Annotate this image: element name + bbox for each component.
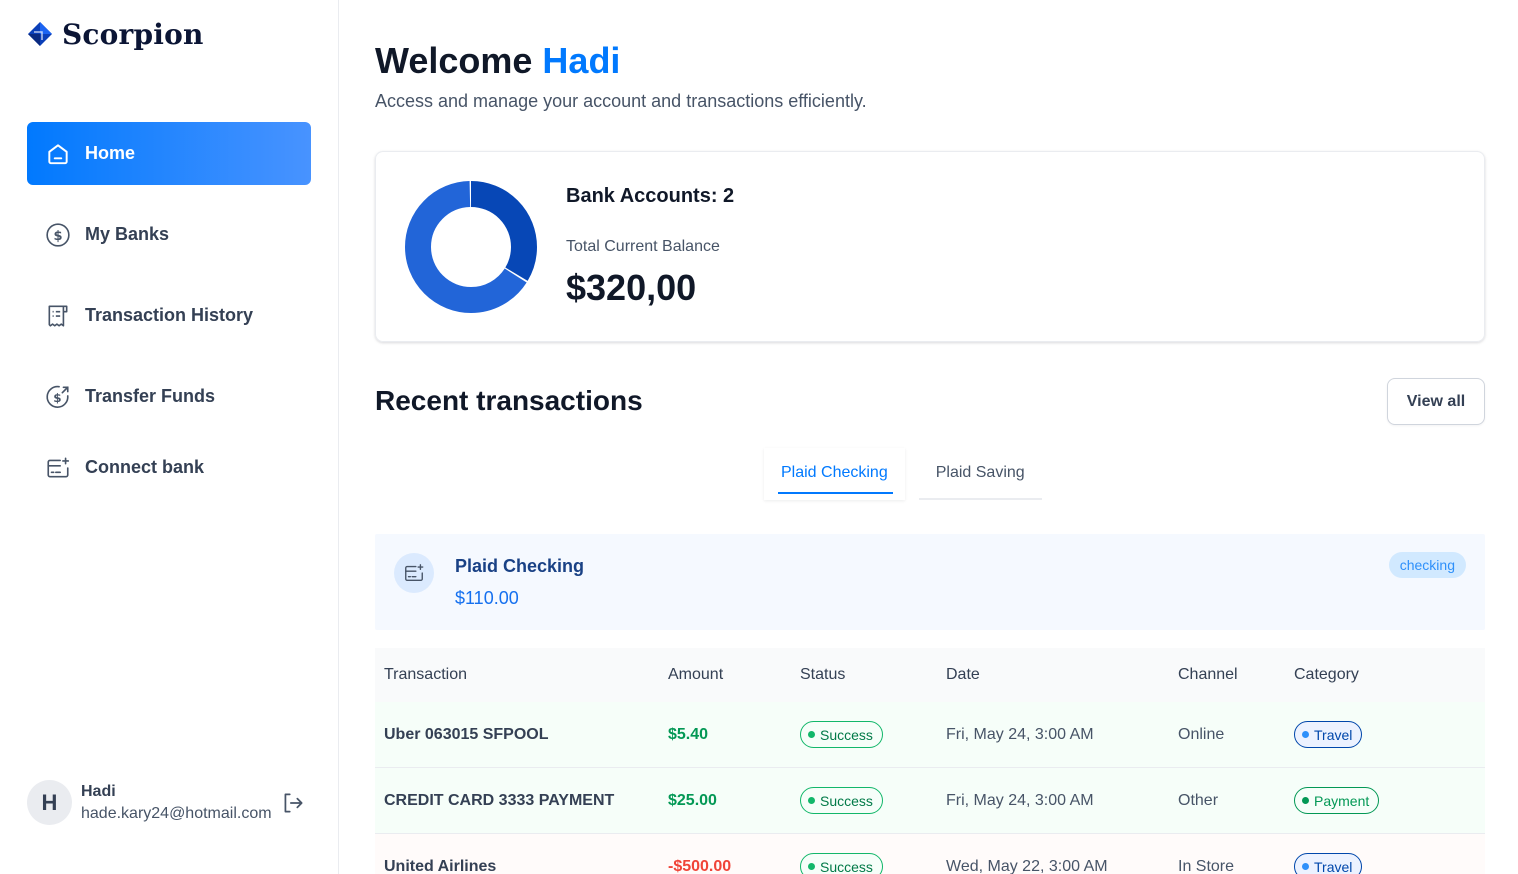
table-row[interactable]: CREDIT CARD 3333 PAYMENT $25.00 Success … [375, 768, 1485, 834]
bank-accounts-count: Bank Accounts: 2 [566, 185, 735, 207]
view-all-button[interactable]: View all [1387, 378, 1485, 425]
sidebar: Scorpion Home $ My Banks Transaction His… [0, 0, 339, 874]
transaction-amount: -$500.00 [668, 857, 732, 874]
card-add-icon [394, 553, 434, 593]
page-title: Welcome Hadi [375, 40, 620, 82]
status-badge: Success [800, 853, 883, 874]
sidebar-item-label: Connect bank [85, 457, 205, 477]
transaction-name: United Airlines [384, 857, 497, 874]
status-label: Success [820, 858, 873, 874]
sidebar-item-transfer-funds[interactable]: $ Transfer Funds [27, 365, 311, 428]
selected-account-info: Plaid Checking $110.00 checking [375, 534, 1485, 630]
table-row[interactable]: United Airlines -$500.00 Success Wed, Ma… [375, 834, 1485, 874]
tab-plaid-saving[interactable]: Plaid Saving [918, 448, 1042, 500]
transaction-channel: Online [1178, 725, 1225, 743]
main-content: Welcome Hadi Access and manage your acco… [339, 0, 1518, 874]
category-label: Travel [1314, 726, 1353, 743]
table-header: Transaction Amount Status Date Channel C… [375, 648, 1485, 702]
account-tabs: Plaid Checking Plaid Saving [764, 448, 1042, 500]
dollar-circle-icon: $ [45, 222, 71, 248]
category-badge: Travel [1294, 721, 1363, 748]
account-balance: $110.00 [455, 588, 519, 608]
svg-text:$: $ [53, 228, 62, 243]
receipt-icon [45, 303, 71, 329]
column-header: Category [1294, 666, 1359, 683]
welcome-user-name: Hadi [542, 40, 621, 81]
column-header: Status [800, 666, 846, 683]
sidebar-item-label: My Banks [85, 224, 170, 244]
category-dot [1302, 863, 1309, 870]
user-email: hade.kary24@hotmail.com [81, 804, 272, 822]
transaction-date: Wed, May 22, 3:00 AM [946, 857, 1108, 874]
sidebar-item-label: Transaction History [85, 305, 254, 325]
transaction-name: CREDIT CARD 3333 PAYMENT [384, 791, 615, 809]
sidebar-item-my-banks[interactable]: $ My Banks [27, 203, 311, 266]
status-badge: Success [800, 787, 883, 814]
sidebar-item-transaction-history[interactable]: Transaction History [27, 284, 311, 347]
total-balance-card: Bank Accounts: 2 Total Current Balance $… [375, 151, 1485, 342]
balance-donut-chart [405, 181, 537, 313]
transaction-amount: $25.00 [668, 791, 717, 809]
column-header: Transaction [384, 666, 467, 683]
sidebar-item-home[interactable]: Home [27, 122, 311, 185]
scorpion-logo-icon [28, 21, 52, 46]
recent-transactions-title: Recent transactions [375, 385, 643, 416]
home-icon [45, 141, 71, 167]
sidebar-item-label: Home [85, 143, 136, 163]
transaction-amount: $5.40 [668, 725, 709, 743]
brand-name: Scorpion [62, 18, 204, 51]
column-header: Date [946, 666, 980, 683]
category-badge: Payment [1294, 787, 1380, 814]
transaction-date: Fri, May 24, 3:00 AM [946, 725, 1094, 743]
tab-plaid-checking[interactable]: Plaid Checking [764, 448, 905, 500]
welcome-text: Welcome [375, 40, 533, 81]
transaction-channel: Other [1178, 791, 1219, 809]
status-dot [808, 797, 815, 804]
category-dot [1302, 731, 1309, 738]
column-header: Channel [1178, 666, 1238, 683]
category-label: Travel [1314, 858, 1353, 874]
status-label: Success [820, 726, 873, 743]
transaction-channel: In Store [1178, 857, 1235, 874]
sidebar-item-connect-bank[interactable]: Connect bank [27, 436, 311, 499]
status-dot [808, 731, 815, 738]
total-balance-value: $320,00 [566, 267, 697, 308]
sidebar-nav: Home $ My Banks Transaction History $ Tr… [27, 122, 311, 499]
logout-icon[interactable] [280, 790, 306, 816]
transaction-name: Uber 063015 SFPOOL [384, 725, 549, 743]
card-add-icon [45, 455, 71, 481]
total-balance-label: Total Current Balance [566, 238, 720, 255]
table-row[interactable]: Uber 063015 SFPOOL $5.40 Success Fri, Ma… [375, 702, 1485, 768]
transaction-date: Fri, May 24, 3:00 AM [946, 791, 1094, 809]
account-type-badge: checking [1388, 552, 1466, 578]
page-subtitle: Access and manage your account and trans… [375, 91, 867, 111]
status-dot [808, 863, 815, 870]
user-info: Hadi hade.kary24@hotmail.com [81, 783, 272, 823]
money-send-icon: $ [45, 384, 71, 410]
status-badge: Success [800, 721, 883, 748]
transactions-table: Transaction Amount Status Date Channel C… [375, 648, 1485, 874]
sidebar-item-label: Transfer Funds [85, 386, 216, 406]
svg-text:$: $ [53, 390, 61, 404]
brand[interactable]: Scorpion [26, 18, 204, 51]
avatar[interactable]: H [27, 780, 72, 825]
account-name: Plaid Checking [455, 556, 585, 576]
user-name: Hadi [81, 782, 116, 800]
column-header: Amount [668, 666, 724, 683]
category-badge: Travel [1294, 853, 1363, 874]
category-label: Payment [1314, 792, 1370, 809]
category-dot [1302, 797, 1309, 804]
user-profile: H Hadi hade.kary24@hotmail.com [27, 780, 317, 825]
status-label: Success [820, 792, 873, 809]
